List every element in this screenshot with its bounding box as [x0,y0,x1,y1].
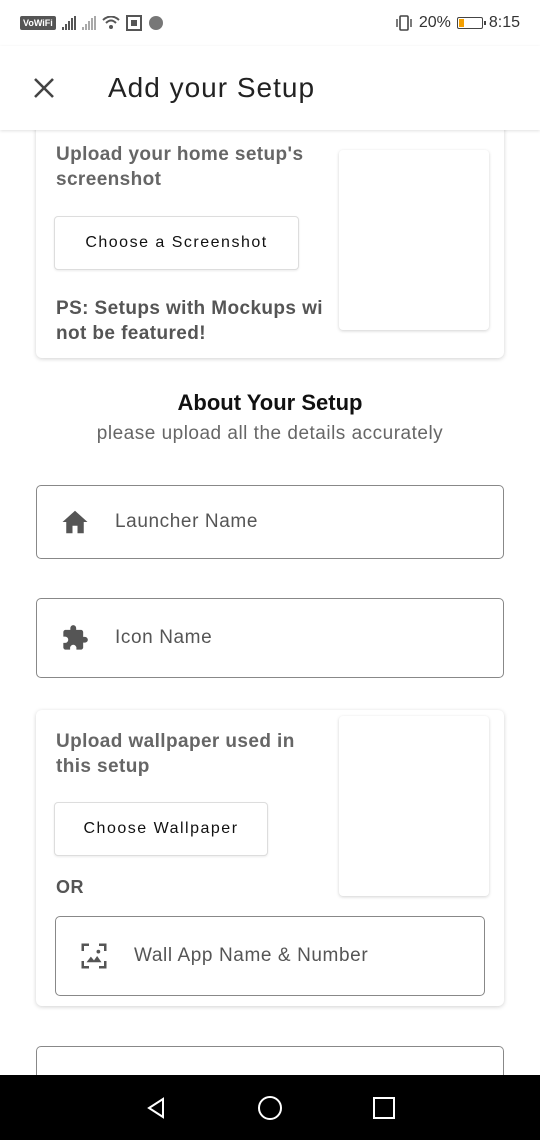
home-circle-icon [258,1095,282,1120]
status-right: 20% 8:15 [395,14,520,32]
status-left: VoWiFi [20,15,164,31]
icon-name-field[interactable]: Icon Name [36,598,504,678]
wifi-icon [102,16,120,29]
icon-name-placeholder: Icon Name [115,627,213,648]
mockup-note-line-1: PS: Setups with Mockups wi [56,298,323,319]
nav-back-button[interactable] [99,1075,213,1140]
puzzle-icon [57,620,93,656]
wallpaper-preview[interactable] [339,716,489,896]
battery-percent: 20% [418,14,451,31]
battery-icon [456,17,486,29]
close-icon [34,78,54,98]
wall-app-placeholder: Wall App Name & Number [134,945,369,966]
screenshot-upload-label: Upload your home setup's screenshot [56,144,304,190]
app-bar: Add your Setup [0,46,540,130]
page-title: Add your Setup [108,72,316,103]
home-icon [57,504,93,540]
close-button[interactable] [24,68,64,108]
system-nav-bar [0,1075,540,1140]
choose-wallpaper-button[interactable]: Choose Wallpaper [54,802,268,856]
vowifi-badge: VoWiFi [20,16,56,30]
mockup-note: PS: Setups with Mockups wi not be featur… [56,296,338,346]
wallpaper-upload-label: Upload wallpaper used in this setup [56,731,295,777]
recents-square-icon [373,1096,395,1119]
clock: 8:15 [488,14,520,31]
screenshot-upload-card: Upload your home setup's screenshot Choo… [36,110,504,358]
status-bar: VoWiFi 20% 8:15 [0,0,540,46]
wallpaper-icon [76,938,112,974]
back-triangle-icon [147,1096,164,1119]
about-setup-subtitle: please upload all the details accurately [96,423,444,444]
screen-record-icon [125,15,142,31]
signal-2-icon [81,16,96,30]
brain-icon [148,16,163,30]
nav-home-button[interactable] [213,1075,327,1140]
launcher-name-field[interactable]: Launcher Name [36,485,504,559]
screenshot-preview[interactable] [339,150,489,330]
vibrate-icon [396,15,412,31]
about-setup-heading: About Your Setup [177,390,363,415]
wall-app-field[interactable]: Wall App Name & Number [55,916,485,996]
choose-screenshot-button[interactable]: Choose a Screenshot [54,216,299,270]
or-label: OR [56,877,84,897]
launcher-name-placeholder: Launcher Name [115,511,258,532]
wallpaper-upload-card: Upload wallpaper used in this setup Choo… [36,710,504,1006]
nav-recents-button[interactable] [327,1075,441,1140]
signal-icon [61,16,76,30]
mockup-note-line-2: not be featured! [56,323,206,344]
